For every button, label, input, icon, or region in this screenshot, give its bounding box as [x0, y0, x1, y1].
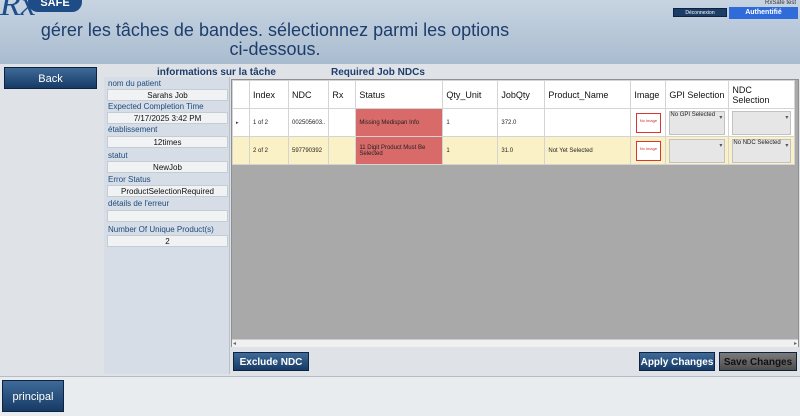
error-details-field: [107, 210, 228, 222]
column-header-status[interactable]: Status: [355, 80, 444, 109]
table-row[interactable]: 2 of 2 597790392 11 Digit Product Must B…: [232, 136, 796, 165]
cell-product-name: Not Yet Selected: [544, 136, 632, 165]
ndc-selection-dropdown[interactable]: No NDC Selected ▾: [732, 138, 792, 163]
row-selector[interactable]: [232, 136, 250, 165]
no-image-placeholder: No Image: [635, 140, 661, 161]
scroll-right-icon[interactable]: ▸: [794, 340, 797, 347]
cell-ndc-selection[interactable]: No NDC Selected ▾: [728, 136, 796, 165]
deconnexion-button[interactable]: Déconnexion: [673, 8, 727, 17]
facility-label: établissement: [108, 125, 158, 134]
cell-index: 2 of 2: [249, 136, 289, 165]
cell-index: 1 of 2: [249, 108, 289, 137]
column-header-qty-unit[interactable]: Qty_Unit: [442, 80, 499, 109]
cell-job-qty: 372.0: [497, 108, 546, 137]
gpi-selection-dropdown[interactable]: ▾: [669, 138, 726, 163]
back-button[interactable]: Back: [4, 67, 97, 89]
cell-job-qty: 31.0: [497, 136, 546, 165]
no-image-placeholder: No Image: [635, 112, 661, 133]
required-ndcs-heading: Required Job NDCs: [331, 67, 425, 78]
ndc-selection-value: No NDC Selected: [733, 139, 781, 146]
cell-status: 11 Digit Product Must Be Selected: [355, 136, 444, 165]
cell-ndc: 002505603..: [287, 108, 330, 137]
save-changes-button[interactable]: Save Changes: [719, 352, 797, 371]
cell-qty-unit: 1: [442, 108, 499, 137]
chevron-down-icon: ▾: [719, 142, 723, 149]
cell-ndc: 597790392: [287, 136, 330, 165]
apply-changes-button[interactable]: Apply Changes: [639, 352, 715, 371]
footer-bar: [0, 376, 800, 416]
cell-ndc-selection[interactable]: ▾: [728, 108, 796, 137]
authenticated-button[interactable]: Authentifié: [729, 7, 798, 19]
cell-gpi-selection[interactable]: No GPI Selected ▾: [665, 108, 730, 137]
column-header-index[interactable]: Index: [249, 80, 289, 109]
ndc-grid: Index NDC Rx Status Qty_Unit JobQty Prod…: [231, 79, 799, 347]
unique-products-label: Number Of Unique Product(s): [108, 225, 214, 234]
gpi-selection-dropdown[interactable]: No GPI Selected ▾: [669, 110, 726, 135]
cell-product-name: [544, 108, 632, 137]
cell-image: No Image: [630, 136, 667, 165]
cell-rx: [328, 108, 357, 137]
column-header-ndc-selection[interactable]: NDC Selection: [728, 80, 796, 109]
horizontal-scrollbar[interactable]: ◂ ▸: [232, 339, 798, 347]
cell-status: Missing Medispan Info: [355, 108, 444, 137]
column-header-ndc[interactable]: NDC: [287, 80, 330, 109]
cell-image: No Image: [630, 108, 667, 137]
table-row[interactable]: ▸ 1 of 2 002505603.. Missing Medispan In…: [232, 108, 796, 137]
facility-field: 12times: [107, 136, 228, 148]
cell-rx: [328, 136, 357, 165]
unique-products-field: 2: [107, 235, 228, 247]
header-bar: Rx SAFE gérer les tâches de bandes. séle…: [0, 0, 800, 64]
row-pointer-icon: ▸: [236, 119, 239, 126]
chevron-down-icon: ▾: [719, 114, 723, 121]
task-info-panel: nom du patient Sarahs Job Expected Compl…: [104, 77, 230, 374]
scroll-left-icon[interactable]: ◂: [233, 340, 236, 347]
column-header-image[interactable]: Image: [630, 80, 667, 109]
cell-gpi-selection[interactable]: ▾: [665, 136, 730, 165]
completion-label: Expected Completion Time: [108, 102, 204, 111]
ndc-selection-dropdown[interactable]: ▾: [732, 110, 792, 135]
completion-field: 7/17/2025 3:42 PM: [107, 112, 228, 124]
grid-header-row: Index NDC Rx Status Qty_Unit JobQty Prod…: [232, 80, 796, 109]
patient-label: nom du patient: [108, 79, 161, 88]
logo-safe: SAFE: [28, 0, 82, 12]
chevron-down-icon: ▾: [785, 142, 789, 149]
principal-button[interactable]: principal: [2, 380, 64, 412]
error-status-label: Error Status: [108, 175, 151, 184]
row-header-corner: [232, 80, 250, 109]
column-header-rx[interactable]: Rx: [328, 80, 357, 109]
error-status-field: ProductSelectionRequired: [107, 185, 228, 197]
column-header-gpi-selection[interactable]: GPI Selection: [665, 80, 730, 109]
error-details-label: détails de l'erreur: [108, 199, 170, 208]
user-label: RxSafe test: [764, 0, 796, 6]
column-header-product-name[interactable]: Product_Name: [544, 80, 632, 109]
patient-field: Sarahs Job: [107, 89, 228, 101]
gpi-selection-value: No GPI Selected: [670, 111, 716, 118]
column-header-job-qty[interactable]: JobQty: [497, 80, 546, 109]
exclude-ndc-button[interactable]: Exclude NDC: [233, 352, 309, 371]
cell-qty-unit: 1: [442, 136, 499, 165]
status-label: statut: [108, 151, 128, 160]
chevron-down-icon: ▾: [785, 114, 789, 121]
page-title: gérer les tâches de bandes. sélectionnez…: [40, 20, 510, 59]
status-field: NewJob: [107, 161, 228, 173]
row-selector[interactable]: ▸: [232, 108, 250, 137]
